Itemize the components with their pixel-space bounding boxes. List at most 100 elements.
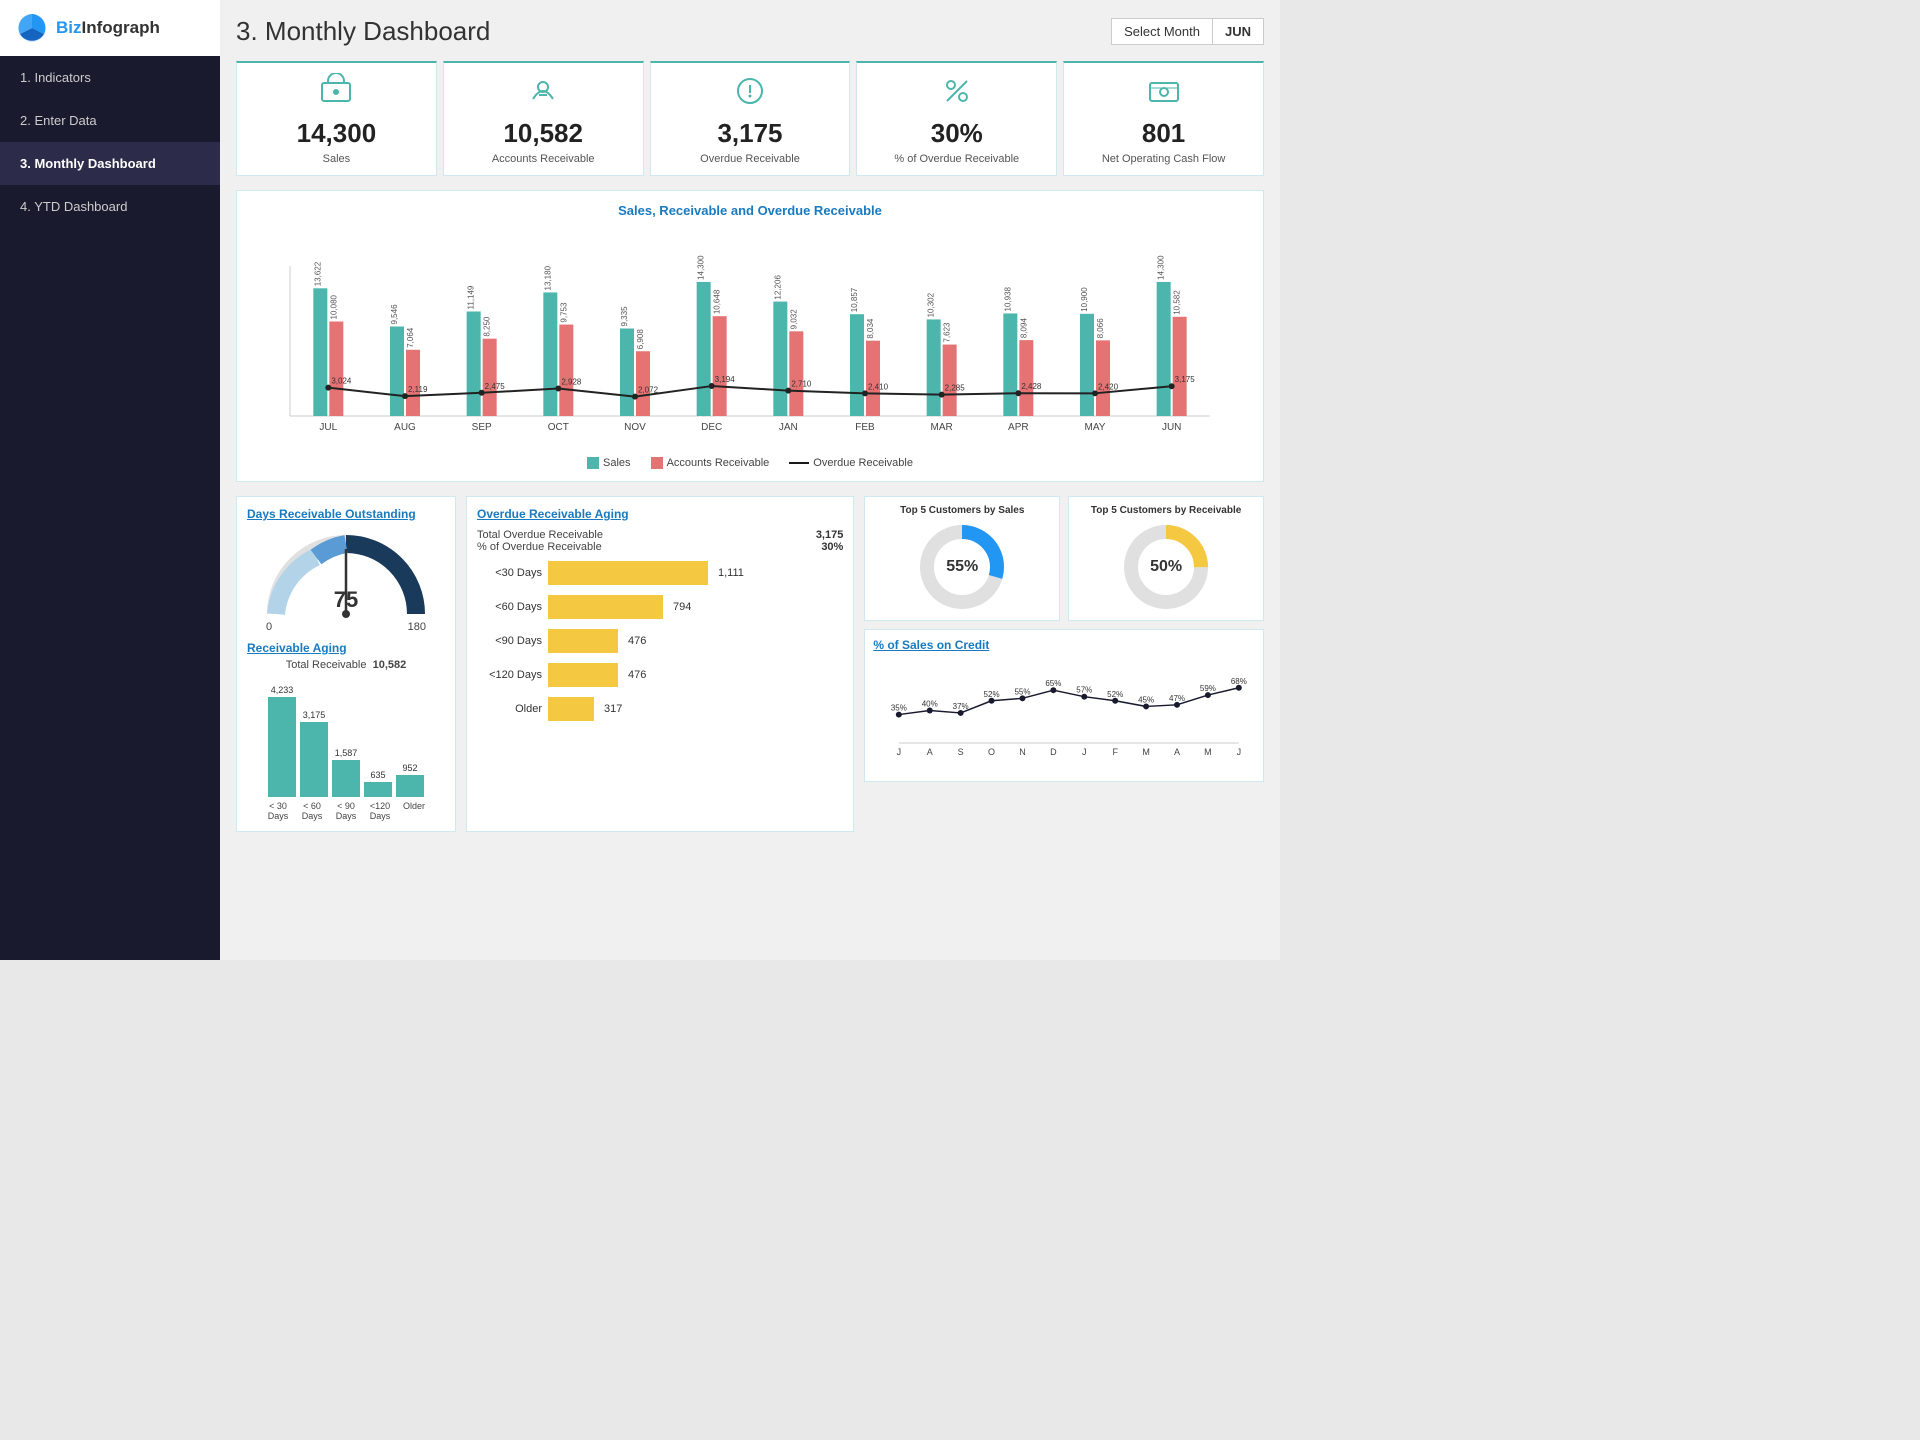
aging-bar-label: < 30 Days [263,801,293,821]
overdue-pct-value: 30% [815,541,843,553]
svg-text:9,753: 9,753 [559,302,568,323]
svg-text:55%: 55% [1015,687,1031,696]
top5-receivable-donut: 50% [1121,522,1211,612]
svg-text:OCT: OCT [548,422,569,433]
svg-text:J: J [897,747,902,757]
svg-text:3,175: 3,175 [1175,375,1196,384]
aging-bar-label: < 60 Days [297,801,327,821]
svg-text:2,285: 2,285 [945,384,966,393]
svg-text:10,582: 10,582 [1173,290,1182,315]
kpi-accounts-receivable: 10,582 Accounts Receivable [443,61,644,176]
svg-text:13,622: 13,622 [313,261,322,286]
top5-receivable-pct: 50% [1150,558,1182,576]
svg-text:9,546: 9,546 [390,304,399,325]
logo: BizInfograph [0,0,220,56]
svg-text:2,710: 2,710 [791,380,812,389]
page-title: 3. Monthly Dashboard [236,16,490,47]
svg-text:14,300: 14,300 [697,255,706,280]
credit-chart: 35%J40%A37%S52%O55%N65%D57%J52%F45%M47%A… [873,658,1255,768]
svg-text:2,119: 2,119 [408,385,428,394]
overdue-bar-row: <60 Days 794 [477,595,843,619]
svg-text:65%: 65% [1046,679,1062,688]
kpi-cash-value: 801 [1142,118,1185,149]
svg-text:O: O [988,747,995,757]
svg-text:59%: 59% [1200,684,1216,693]
overdue-bar-label: Older [477,703,542,715]
svg-text:2,928: 2,928 [561,378,582,387]
nav-enter-data[interactable]: 2. Enter Data [0,99,220,142]
svg-text:10,857: 10,857 [850,287,859,312]
svg-text:JUL: JUL [319,422,337,433]
chart-legend: Sales Accounts Receivable Overdue Receiv… [251,457,1249,469]
kpi-pct-overdue: 30% % of Overdue Receivable [856,61,1057,176]
overdue-aging-title: Overdue Receivable Aging [477,507,843,521]
overdue-bar-row: Older 317 [477,697,843,721]
kpi-overdue-value: 3,175 [717,118,782,149]
top5-sales-donut: 55% [917,522,1007,612]
nav-ytd-dashboard[interactable]: 4. YTD Dashboard [0,185,220,228]
overdue-bar [548,697,594,721]
accounts-receivable-icon [525,73,561,114]
nav-indicators[interactable]: 1. Indicators [0,56,220,99]
svg-text:6,908: 6,908 [636,329,645,350]
svg-text:75: 75 [334,587,358,612]
overdue-pct-label: % of Overdue Receivable [477,541,602,553]
overdue-bar [548,629,618,653]
svg-text:N: N [1020,747,1027,757]
month-selector[interactable]: Select Month JUN [1111,18,1264,45]
kpi-net-cash: 801 Net Operating Cash Flow [1063,61,1264,176]
credit-panel: % of Sales on Credit 35%J40%A37%S52%O55%… [864,629,1264,782]
top5-row: Top 5 Customers by Sales 55% Top 5 Custo… [864,496,1264,621]
svg-text:40%: 40% [922,700,938,709]
top5-sales-title: Top 5 Customers by Sales [900,505,1024,516]
sales-icon [318,73,354,114]
svg-text:M: M [1205,747,1213,757]
main-chart-section: Sales, Receivable and Overdue Receivable… [236,190,1264,482]
gauge-max: 180 [408,621,426,633]
kpi-row: 14,300 Sales 10,582 Accounts Receivable … [236,61,1264,176]
main-chart-title: Sales, Receivable and Overdue Receivable [251,203,1249,218]
kpi-ar-label: Accounts Receivable [492,153,595,165]
overdue-bar-label: <120 Days [477,669,542,681]
overdue-bar-row: <90 Days 476 [477,629,843,653]
svg-text:J: J [1237,747,1242,757]
overdue-stats: Total Overdue Receivable 3,175 % of Over… [477,529,843,553]
svg-text:2,475: 2,475 [485,382,506,391]
overdue-bar-label: <60 Days [477,601,542,613]
select-month-value[interactable]: JUN [1213,18,1264,45]
aging-bar-item: 1,587 [332,748,360,797]
svg-text:10,080: 10,080 [329,294,338,319]
kpi-sales: 14,300 Sales [236,61,437,176]
svg-text:10,302: 10,302 [927,292,936,317]
svg-text:A: A [1174,747,1180,757]
svg-text:MAY: MAY [1085,422,1106,433]
top5-receivable-panel: Top 5 Customers by Receivable 50% [1068,496,1264,621]
overdue-bar [548,561,708,585]
aging-total: Total Receivable 10,582 [247,659,445,671]
logo-icon [16,12,48,44]
svg-text:2,420: 2,420 [1098,382,1119,391]
svg-text:MAR: MAR [931,422,953,433]
svg-text:10,648: 10,648 [713,289,722,314]
svg-text:SEP: SEP [472,422,492,433]
svg-text:45%: 45% [1138,695,1154,704]
svg-text:F: F [1113,747,1119,757]
legend-overdue-color [789,462,809,464]
aging-bar-label: Older [399,801,429,821]
overdue-bar-value: 317 [604,703,622,715]
aging-bars-area: 4,2333,1751,587635952 [247,677,445,797]
logo-text: BizInfograph [56,18,160,38]
overdue-aging-panel: Overdue Receivable Aging Total Overdue R… [466,496,854,832]
aging-bar-label: < 90 Days [331,801,361,821]
svg-text:9,032: 9,032 [789,309,798,330]
kpi-sales-label: Sales [323,153,351,165]
top5-receivable-title: Top 5 Customers by Receivable [1091,505,1241,516]
svg-text:14,300: 14,300 [1157,255,1166,280]
svg-text:52%: 52% [984,690,1000,699]
aging-bar-item: 635 [364,770,392,797]
overdue-bar-row: <120 Days 476 [477,663,843,687]
legend-receivable: Accounts Receivable [651,457,770,469]
nav-monthly-dashboard[interactable]: 3. Monthly Dashboard [0,142,220,185]
svg-text:13,180: 13,180 [543,265,552,290]
right-panels: Top 5 Customers by Sales 55% Top 5 Custo… [864,496,1264,832]
